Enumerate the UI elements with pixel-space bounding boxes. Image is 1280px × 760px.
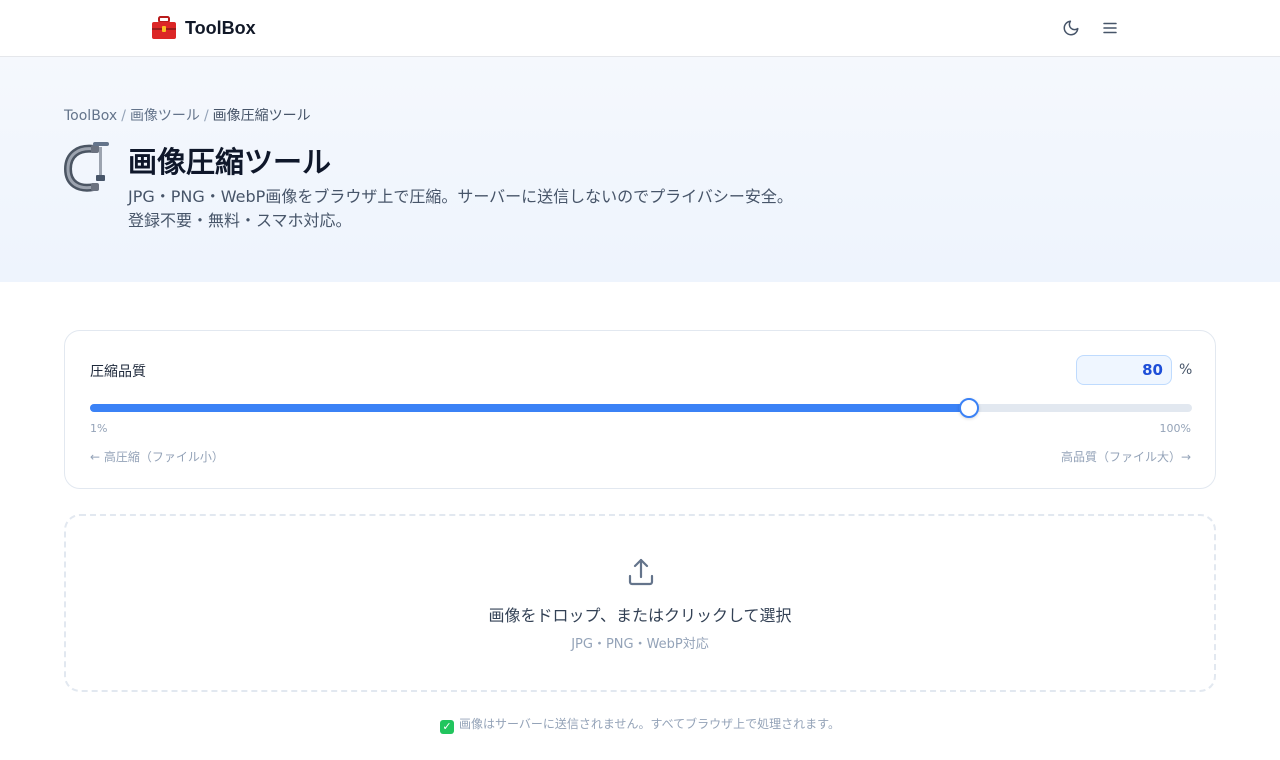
toolbox-icon bbox=[152, 16, 176, 39]
high-quality-hint: 高品質（ファイル大）→ bbox=[1060, 450, 1191, 464]
slider-max-label: 100% bbox=[1159, 422, 1191, 435]
page-title: 画像圧縮ツール bbox=[128, 145, 332, 179]
menu-button[interactable] bbox=[1098, 16, 1122, 40]
breadcrumb-home[interactable]: ToolBox bbox=[64, 108, 117, 124]
hamburger-menu-icon bbox=[1103, 22, 1117, 34]
moon-icon bbox=[1063, 20, 1079, 36]
breadcrumb-separator: / bbox=[121, 108, 126, 124]
slider-thumb[interactable] bbox=[959, 398, 980, 418]
quality-label: 圧縮品質 bbox=[90, 364, 146, 380]
breadcrumb: ToolBox / 画像ツール / 画像圧縮ツール bbox=[64, 105, 311, 125]
logo-link[interactable]: ToolBox bbox=[151, 16, 256, 40]
quality-card: 圧縮品質 % 1% 100% ← 高圧縮（ファイル小） 高品質（ファイル大）→ bbox=[64, 330, 1216, 489]
breadcrumb-separator: / bbox=[203, 108, 209, 124]
site-header: ToolBox bbox=[0, 0, 1280, 57]
slider-fill bbox=[90, 404, 970, 412]
description-line-1: JPG・PNG・WebP画像をブラウザ上で圧縮。サーバーに送信しないのでプライバ… bbox=[128, 187, 793, 206]
quality-value-input[interactable] bbox=[1076, 355, 1172, 385]
quality-unit: % bbox=[1179, 362, 1193, 378]
privacy-note-text: 画像はサーバーに送信されません。すべてブラウザ上で処理されます。 bbox=[458, 717, 840, 731]
image-dropzone[interactable]: 画像をドロップ、またはクリックして選択 JPG・PNG・WebP対応 bbox=[64, 514, 1216, 692]
slider-min-label: 1% bbox=[90, 422, 108, 435]
breadcrumb-current: 画像圧縮ツール bbox=[212, 108, 311, 124]
high-compression-hint: ← 高圧縮（ファイル小） bbox=[90, 450, 224, 464]
quality-slider[interactable] bbox=[90, 397, 1192, 419]
dropzone-text: 画像をドロップ、またはクリックして選択 bbox=[488, 606, 792, 625]
page-description: JPG・PNG・WebP画像をブラウザ上で圧縮。サーバーに送信しないのでプライバ… bbox=[128, 185, 1028, 233]
dropzone-supported-formats: JPG・PNG・WebP対応 bbox=[571, 637, 709, 652]
hero-section: ToolBox / 画像ツール / 画像圧縮ツール 画像圧縮ツール JPG・PNG・We… bbox=[0, 57, 1280, 282]
privacy-note: ✓ 画像はサーバーに送信されません。すべてブラウザ上で処理されます。 bbox=[0, 715, 1280, 734]
description-line-2: 登録不要・無料・スマホ対応。 bbox=[128, 211, 352, 230]
breadcrumb-image-tools[interactable]: 画像ツール bbox=[130, 108, 200, 124]
logo-text: ToolBox bbox=[185, 17, 256, 38]
clamp-icon bbox=[64, 142, 109, 192]
upload-icon bbox=[628, 558, 654, 586]
theme-toggle-button[interactable] bbox=[1059, 16, 1083, 40]
check-mark-icon: ✓ bbox=[439, 720, 454, 734]
